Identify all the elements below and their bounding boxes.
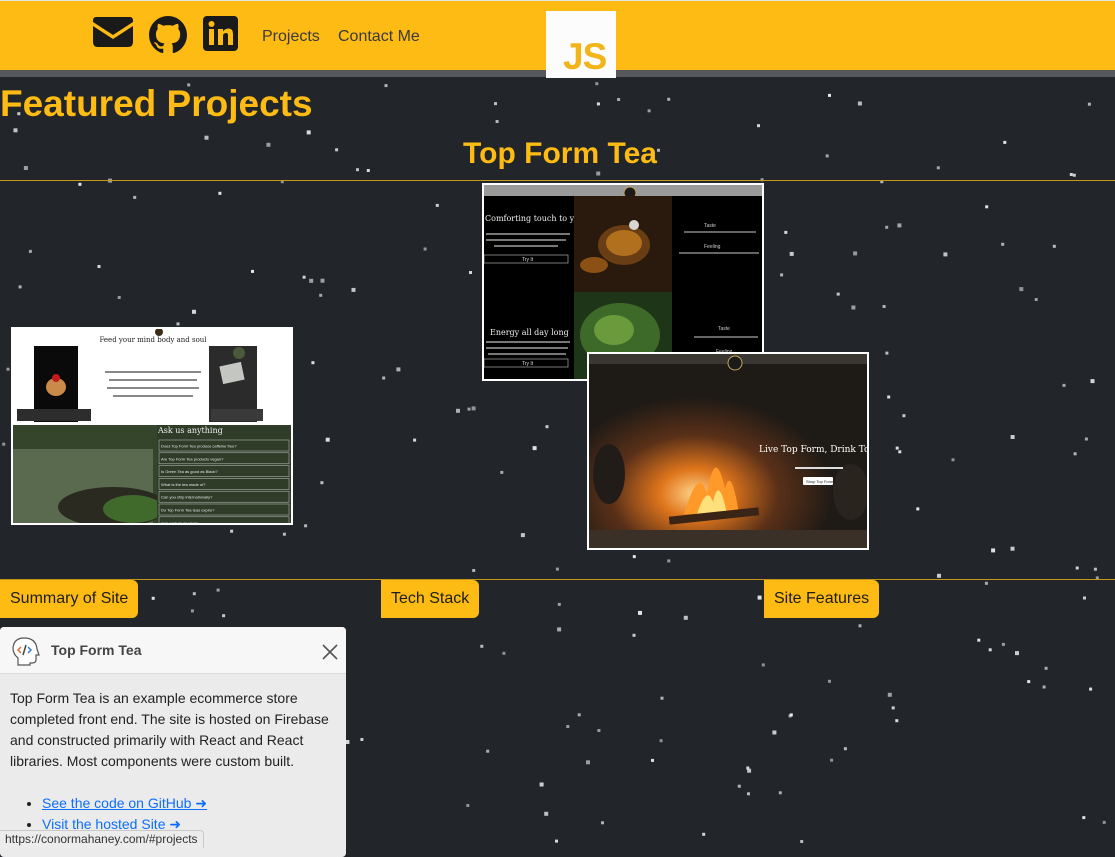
project-title: Top Form Tea	[463, 137, 657, 170]
toast-header: Top Form Tea	[0, 627, 346, 674]
screenshot-1-image: Feed your mind body and soul Ask us anyt…	[13, 329, 291, 523]
toast-link-list: See the code on GitHub ➜ Visit the hoste…	[26, 793, 207, 835]
faq-row-text: What is the tea made of?	[161, 482, 206, 487]
js-logo-text: JS	[563, 36, 607, 77]
faq-row-text: Does Top Form Tea produce caffeine free?	[161, 444, 237, 449]
page-title: Featured Projects	[0, 83, 313, 124]
divider-bottom	[0, 579, 1115, 580]
shot1-heading: Feed your mind body and soul	[99, 336, 207, 344]
shot3-hero-button: Shop Top Form	[806, 479, 834, 484]
code-head-icon	[12, 637, 40, 666]
shot2-button-2: Try It	[522, 361, 534, 367]
linkedin-icon[interactable]	[203, 16, 238, 51]
tab-site-features[interactable]: Site Features	[764, 580, 880, 618]
shot1-faq-heading: Ask us anything	[157, 426, 223, 435]
github-icon[interactable]	[149, 16, 187, 54]
status-bar-url: https://conormahaney.com/#projects	[0, 830, 204, 848]
envelope-icon[interactable]	[93, 14, 133, 48]
screenshot-2-image: Comforting touch to your routine Try It …	[484, 185, 762, 379]
nav-link-projects[interactable]: Projects	[262, 28, 320, 46]
project-screenshot-3[interactable]: Live Top Form, Drink Top Form Shop Top F…	[587, 352, 869, 550]
shot2-side-2: Feeling	[704, 244, 721, 250]
toast-body: Top Form Tea is an example ecommerce sto…	[10, 690, 329, 769]
shot2-heading-2: Energy all day long	[490, 328, 569, 337]
js-logo[interactable]: JS	[546, 11, 616, 78]
github-code-link[interactable]: See the code on GitHub ➜	[42, 795, 207, 811]
shot2-side-1: Taste	[704, 223, 716, 229]
divider-top	[0, 180, 1115, 181]
project-toast: Top Form Tea Top Form Tea is an example …	[0, 627, 346, 857]
faq-row-text: Do Top Form Tea teas expire?	[161, 508, 215, 513]
tab-tech-stack[interactable]: Tech Stack	[381, 580, 480, 618]
toast-title: Top Form Tea	[51, 642, 142, 658]
nav-link-contact[interactable]: Contact Me	[338, 28, 420, 46]
shot3-hero-line: Live Top Form, Drink Top Form	[759, 445, 867, 455]
project-screenshot-1[interactable]: Feed your mind body and soul Ask us anyt…	[11, 327, 293, 525]
list-item: See the code on GitHub ➜	[42, 793, 207, 814]
shot2-side-3: Taste	[718, 326, 730, 332]
faq-row-text: Are Top Form Tea products vegan?	[161, 456, 224, 461]
shot2-button-1: Try It	[522, 257, 534, 263]
screenshot-3-image: Live Top Form, Drink Top Form Shop Top F…	[589, 354, 867, 548]
faq-row-text: Is Green Tea as good as Black?	[161, 469, 218, 474]
tab-summary-of-site[interactable]: Summary of Site	[0, 580, 139, 618]
close-icon[interactable]	[319, 641, 341, 663]
faq-row-text: Can you ship internationally?	[161, 495, 213, 500]
faq-row-text: Can I return my tea?	[161, 520, 198, 523]
